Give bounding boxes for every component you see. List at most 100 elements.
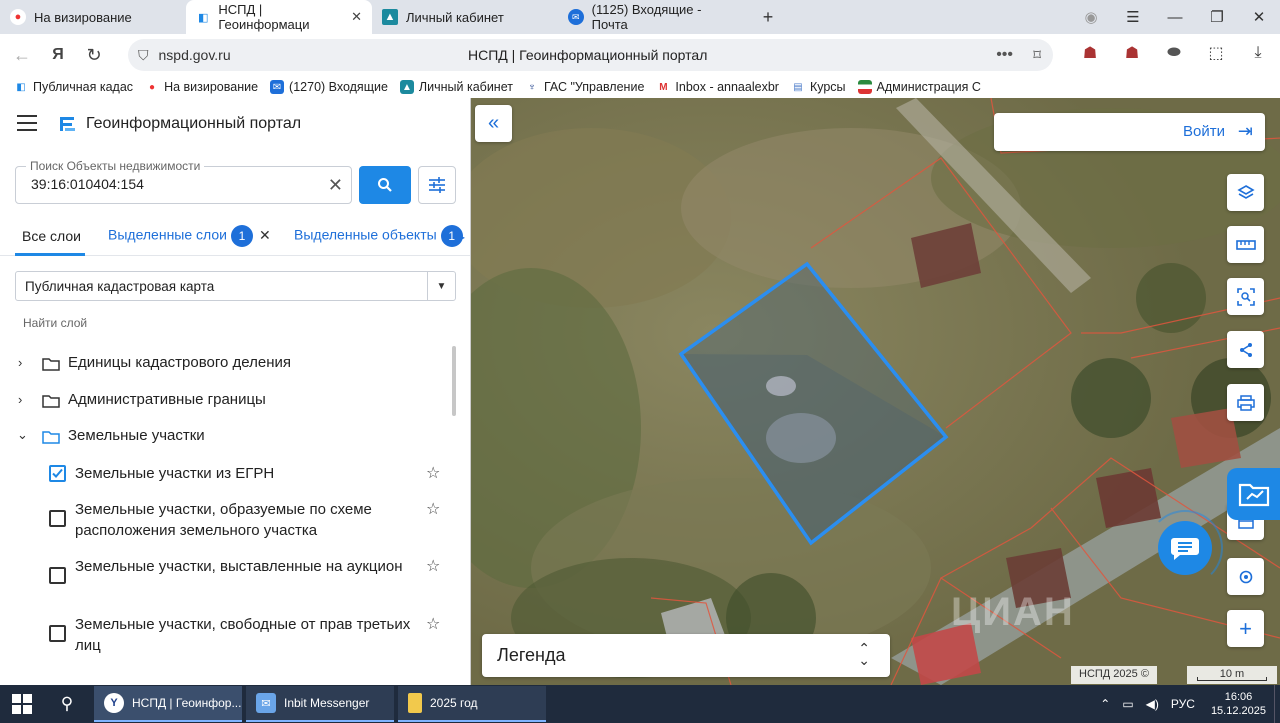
mail-icon: ✉ [568,9,584,25]
taskbar-app-browser[interactable]: Y НСПД | Геоинфор... [94,686,242,722]
close-icon[interactable]: ✕ [259,227,271,243]
profile-icon[interactable]: ◉ [1070,8,1112,26]
layer-checkbox[interactable] [49,510,66,527]
volume-icon[interactable]: ◀) [1146,697,1159,711]
hamburger-menu-icon[interactable] [17,115,37,131]
basemap-select[interactable]: Публичная кадастровая карта ▼ [15,271,456,301]
bookmark-label: Inbox - annaalexbr [675,80,779,94]
panel-header: Геоинформационный портал [0,98,470,150]
extension-icon[interactable]: ⬚ [1204,40,1228,66]
layer-checkbox[interactable] [49,625,66,642]
taskbar-search-icon[interactable]: ⚲ [44,685,90,723]
download-icon[interactable]: ⤓ [1246,40,1270,66]
chevron-down-icon[interactable]: ⌄ [17,427,31,443]
share-tool-button[interactable] [1227,331,1264,368]
bookmark-item[interactable]: ◧ Публичная кадас [14,80,133,94]
search-button[interactable] [359,166,411,204]
bookmark-item[interactable]: Администрация С [857,80,981,94]
tab-label: (1125) Входящие - Почта [591,2,702,32]
more-dots-icon[interactable]: ••• [996,46,1013,64]
chat-folder-icon [1238,483,1269,507]
clock-date: 15.12.2025 [1210,705,1266,717]
extension-icon[interactable]: ⬬ [1162,40,1186,66]
show-desktop-button[interactable] [1274,685,1280,723]
taskbar-app-folder[interactable]: 2025 год [398,686,546,722]
measure-tool-button[interactable] [1227,226,1264,263]
yandex-icon: ● [149,81,156,93]
back-arrow-icon[interactable]: ← [4,39,40,71]
legend-bar[interactable]: Легенда ⌃ ⌄ [482,634,890,677]
tab-all-layers[interactable]: Все слои [22,228,81,244]
bookmark-icon[interactable]: ⌑ [1033,46,1041,64]
language-indicator[interactable]: РУС [1171,697,1195,711]
layer-checkbox[interactable] [49,465,66,482]
zoom-in-button[interactable]: + [1227,610,1264,647]
new-tab-icon[interactable]: + [756,5,780,29]
geolocation-tool-button[interactable] [1227,558,1264,595]
bookmark-item[interactable]: ✉ (1270) Входящие [270,80,388,94]
map-view[interactable]: ЦИАН « Войти ⇥ + Легенда ⌃ ⌄ НСПД 2025 © … [471,98,1280,685]
taskbar-app-messenger[interactable]: ✉ Inbit Messenger [246,686,394,722]
bookmark-item[interactable]: M Inbox - annaalexbr [656,80,779,94]
gas-icon: ♆ [528,81,536,93]
chevron-down-icon: ▼ [427,272,455,300]
flag-icon [857,80,872,94]
star-icon[interactable]: ☆ [426,556,440,576]
bookmark-item[interactable]: ● На визирование [145,80,258,94]
extension-icon[interactable]: ☗ [1078,40,1102,66]
chevron-right-icon[interactable]: › [18,392,32,407]
search-icon [378,178,392,192]
tab-selected-layers[interactable]: Выделенные слои 1 ✕ [108,225,271,247]
star-icon[interactable]: ☆ [426,499,440,519]
extension-icon[interactable]: ☗ [1120,40,1144,66]
browser-tab-approval[interactable]: ● На визирование [0,0,186,34]
count-badge: 1 [230,225,253,247]
chevron-right-icon[interactable]: › [18,355,32,370]
layers-tool-button[interactable] [1227,174,1264,211]
restore-icon[interactable]: ❐ [1196,8,1238,26]
start-button[interactable] [0,685,44,723]
area-select-tool-button[interactable] [1227,278,1264,315]
browser-tab-mail[interactable]: ✉ (1125) Входящие - Почта [558,0,748,34]
scrollbar[interactable] [452,346,456,416]
browser-tab-nspd[interactable]: ◧ НСПД | Геоинформаци ✕ [186,0,372,34]
tab-label: НСПД | Геоинформаци [218,2,310,32]
windows-logo-icon [12,694,32,714]
menu-icon[interactable]: ☰ [1112,8,1154,26]
window-controls: ◉ ☰ — ❐ ✕ [1070,0,1280,34]
tab-selected-objects[interactable]: Выделенные объекты 1 [294,225,463,247]
chat-button[interactable] [1158,521,1212,575]
clock[interactable]: 16:06 15.12.2025 [1211,690,1266,718]
page-title: НСПД | Геоинформационный портал [468,47,708,63]
network-icon[interactable]: ▭ [1122,697,1133,711]
clear-icon[interactable]: ✕ [328,175,343,196]
search-field[interactable]: Поиск Объекты недвижимости ✕ [15,159,352,204]
assistant-side-button[interactable] [1227,468,1280,520]
star-icon[interactable]: ☆ [426,463,440,483]
bookmark-item[interactable]: ▲ Личный кабинет [399,80,513,94]
close-window-icon[interactable]: ✕ [1238,8,1280,26]
collapse-panel-button[interactable]: « [475,105,512,142]
chevron-up-icon[interactable]: ⌃ [1100,697,1110,711]
bookmark-item[interactable]: ▤ Курсы [791,80,845,94]
nspd-icon: ◧ [197,11,209,24]
filter-button[interactable] [418,166,456,204]
login-button[interactable]: Войти ⇥ [994,113,1265,151]
satellite-imagery[interactable] [471,98,1280,685]
bookmark-label: На визирование [164,80,259,94]
minimize-icon[interactable]: — [1154,9,1196,26]
chevron-right-icon[interactable]: ▶ [456,230,465,244]
find-layer-input[interactable]: Найти слой [23,316,87,330]
expand-icon[interactable]: ⌃ ⌄ [858,641,870,667]
search-input[interactable] [31,176,311,192]
layer-checkbox[interactable] [49,567,66,584]
star-icon[interactable]: ☆ [426,614,440,634]
close-tab-icon[interactable]: ✕ [351,9,362,25]
reload-icon[interactable]: ↻ [76,39,112,71]
yandex-logo-icon[interactable]: Я [40,39,76,71]
print-tool-button[interactable] [1227,384,1264,421]
legend-title: Легенда [497,645,566,665]
url-field[interactable]: ⛉ nspd.gov.ru НСПД | Геоинформационный п… [128,39,1053,71]
bookmark-item[interactable]: ♆ ГАС "Управление [525,80,644,94]
browser-tab-cabinet[interactable]: ▲ Личный кабинет [372,0,558,34]
